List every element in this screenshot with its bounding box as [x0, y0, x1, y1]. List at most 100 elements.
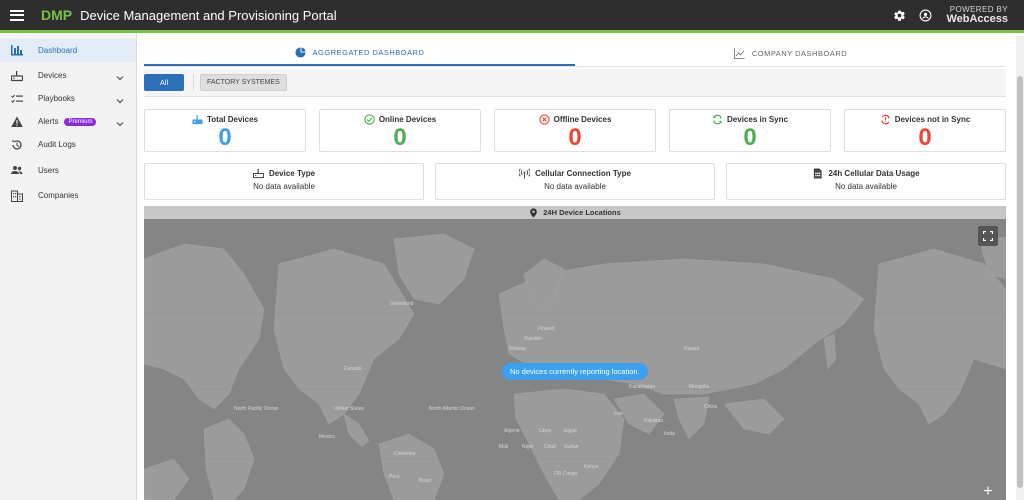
filter-factory-systemes-button[interactable]: FACTORY SYSTEMES [200, 74, 287, 91]
fullscreen-icon [983, 231, 993, 241]
map-label-algeria: Algeria [504, 428, 520, 434]
info-empty-text: No data available [835, 182, 897, 191]
zoom-in-button[interactable]: + [978, 483, 998, 500]
brand-logo[interactable]: DMP [41, 7, 72, 23]
tab-aggregated-dashboard[interactable]: AGGREGATED DASHBOARD [144, 41, 575, 66]
stat-label: Devices in Sync [727, 115, 788, 124]
router-icon [10, 69, 24, 83]
map-label-china: China [704, 404, 718, 410]
building-icon [10, 189, 24, 203]
location-pin-icon [530, 207, 538, 218]
map-label-greenland: Greenland [390, 301, 414, 307]
stat-card-online-devices[interactable]: Online Devices 0 [319, 109, 481, 152]
stat-value: 0 [568, 124, 582, 151]
people-icon [10, 163, 24, 177]
stat-value: 0 [743, 124, 757, 151]
stat-value: 0 [393, 124, 407, 151]
company-filter-bar: All FACTORY SYSTEMES [144, 69, 1006, 97]
dashboard-tabs: AGGREGATED DASHBOARD COMPANY DASHBOARD [144, 41, 1006, 67]
bar-chart-icon [10, 43, 24, 57]
sidebar-item-users[interactable]: Users [0, 159, 136, 182]
info-cards-row: Device Type No data available Cellular C… [144, 163, 1006, 200]
menu-icon[interactable] [10, 9, 24, 21]
map-label-norway: Norway [509, 346, 526, 352]
info-empty-text: No data available [253, 182, 315, 191]
map-title: 24H Device Locations [543, 208, 621, 217]
map-label-india: India [664, 431, 675, 437]
stat-card-offline-devices[interactable]: Offline Devices 0 [494, 109, 656, 152]
top-app-bar: DMP Device Management and Provisioning P… [0, 0, 1024, 33]
chevron-down-icon[interactable] [116, 94, 124, 108]
map-label-iran: Iran [614, 411, 623, 417]
sync-problem-icon [880, 114, 890, 125]
map-label-kazakhstan: Kazakhstan [629, 384, 656, 390]
world-map-tiles[interactable] [144, 219, 1006, 500]
chevron-down-icon[interactable] [116, 71, 124, 85]
map-label-chad: Chad [544, 444, 556, 450]
map-label-mongolia: Mongolia [689, 384, 710, 390]
warning-icon [10, 115, 24, 129]
tab-label: COMPANY DASHBOARD [751, 49, 848, 58]
app-title: Device Management and Provisioning Porta… [80, 7, 337, 23]
sidebar-item-companies[interactable]: Companies [0, 185, 136, 208]
antenna-icon [519, 168, 531, 179]
main-content: AGGREGATED DASHBOARD COMPANY DASHBOARD A… [137, 36, 1024, 500]
premium-badge: Premium [64, 117, 97, 126]
map-label-pakistan: Pakistan [644, 418, 664, 424]
device-location-map[interactable]: 24H Device Locations Greenland Canada Fi… [144, 206, 1006, 500]
fullscreen-button[interactable] [978, 226, 998, 246]
sidebar-item-audit-logs[interactable]: Audit Logs [0, 134, 136, 157]
map-label-finland: Finland [538, 326, 555, 332]
line-chart-icon [733, 48, 745, 59]
sidebar-item-label: Alerts [38, 117, 59, 127]
map-label-north-pacific: North Pacific Ocean [234, 406, 279, 412]
sidebar-item-label: Dashboard [38, 45, 78, 55]
info-empty-text: No data available [544, 182, 606, 191]
map-label-sweden: Sweden [524, 336, 543, 342]
info-label: Cellular Connection Type [535, 169, 631, 178]
settings-icon[interactable] [886, 2, 912, 28]
map-label-mexico: Mexico [319, 434, 335, 440]
tab-label: AGGREGATED DASHBOARD [312, 48, 425, 57]
sidebar-item-playbooks[interactable]: Playbooks [0, 88, 136, 111]
map-label-russia: Russia [684, 346, 700, 352]
sync-icon [713, 114, 722, 125]
account-icon[interactable] [912, 2, 938, 28]
sidebar-item-label: Devices [38, 71, 67, 81]
filter-divider [193, 74, 194, 91]
filter-all-button[interactable]: All [144, 74, 184, 91]
map-header: 24H Device Locations [144, 206, 1006, 219]
sidebar-item-dashboard[interactable]: Dashboard [0, 39, 136, 62]
page-scrollbar[interactable] [1016, 36, 1024, 500]
tab-company-dashboard[interactable]: COMPANY DASHBOARD [575, 41, 1006, 66]
history-icon [10, 138, 24, 152]
map-label-libya: Libya [539, 428, 551, 434]
info-card-cellular-data-usage: 24h Cellular Data Usage No data availabl… [726, 163, 1006, 200]
map-label-kenya: Kenya [584, 464, 599, 470]
stat-card-devices-in-sync[interactable]: Devices in Sync 0 [669, 109, 831, 152]
powered-by-logo: POWERED BY WebAccess [946, 5, 1008, 25]
chevron-down-icon[interactable] [116, 117, 124, 131]
sidebar-item-devices[interactable]: Devices [0, 65, 136, 88]
top-right-actions: POWERED BY WebAccess [886, 0, 1024, 30]
sim-card-icon [814, 168, 823, 179]
info-label: 24h Cellular Data Usage [828, 169, 920, 178]
stat-card-total-devices[interactable]: Total Devices 0 [144, 109, 306, 152]
cancel-circle-icon [538, 114, 550, 125]
sidebar-item-label: Users [38, 165, 59, 175]
map-label-colombia: Colombia [394, 451, 416, 457]
map-label-united-states: United States [334, 406, 365, 412]
webaccess-label: WebAccess [946, 12, 1008, 25]
pie-chart-icon [294, 47, 306, 58]
sidebar-item-alerts[interactable]: Alerts Premium [0, 111, 136, 134]
map-label-brazil: Brazil [419, 478, 432, 484]
no-location-message: No devices currently reporting location. [502, 363, 648, 380]
map-label-egypt: Egypt [564, 428, 577, 434]
stat-value: 0 [218, 124, 232, 151]
sidebar-item-label: Companies [38, 191, 79, 201]
stat-value: 0 [918, 124, 932, 151]
map-label-north-atlantic: North Atlantic Ocean [429, 406, 475, 412]
page-scrollbar-thumb[interactable] [1017, 76, 1023, 488]
sidebar-item-label: Playbooks [38, 94, 75, 104]
stat-card-devices-not-in-sync[interactable]: Devices not in Sync 0 [844, 109, 1006, 152]
